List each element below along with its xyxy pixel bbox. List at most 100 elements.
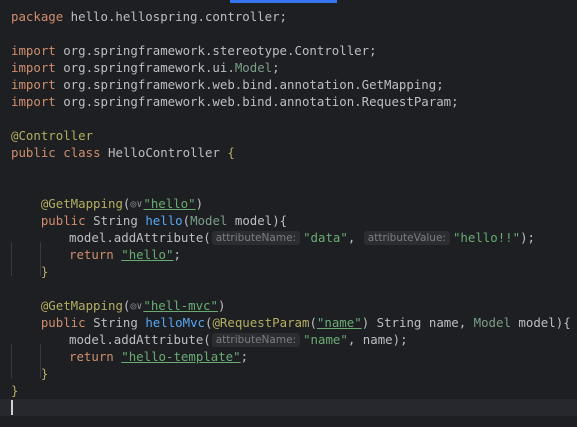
code-line-add-attribute: model.addAttribute(attributeName: "data",… <box>11 229 577 259</box>
close-brace: } <box>40 366 49 381</box>
package-name: hello.hellospring.controller; <box>63 9 288 24</box>
open-brace: { <box>227 145 235 160</box>
import-class: GetMapping <box>361 77 437 92</box>
code-line-close-method: } <box>11 263 577 280</box>
string-arg: "hello!!" <box>452 230 521 245</box>
public-keyword: public <box>40 315 86 330</box>
param-hint: attributeName: <box>211 333 301 347</box>
import-path: org.springframework.stereotype. <box>55 43 295 58</box>
import-class: RequestParam <box>361 94 452 109</box>
add-attribute-call: .addAttribute( <box>106 332 211 347</box>
import-class: Model <box>234 60 273 75</box>
return-type: String <box>93 213 138 228</box>
code-line-current[interactable] <box>0 399 577 416</box>
string-arg: "name" <box>303 332 348 347</box>
param-name: model <box>234 213 273 228</box>
route-string: "hell-mvc" <box>143 298 218 313</box>
import-keyword: import <box>11 77 56 92</box>
semicolon: ; <box>436 77 444 92</box>
text-caret <box>11 400 13 415</box>
param-name: name <box>428 315 459 330</box>
code-line-controller-annotation: @Controller <box>11 127 577 144</box>
code-line-hello-signature: public String hello(Model model){ <box>11 212 577 229</box>
close-brace: } <box>11 383 19 398</box>
code-line-class-declaration: public class HelloController { <box>11 144 577 161</box>
return-string: "hello" <box>121 247 174 262</box>
code-line-return-template: return "hello-template"; <box>11 348 577 378</box>
code-line-close-method: } <box>11 365 577 382</box>
return-string: "hello-template" <box>121 349 241 364</box>
return-keyword: return <box>69 349 114 364</box>
paren: ) <box>361 315 370 330</box>
param-hint: attributeValue: <box>363 231 450 245</box>
getmapping-annotation: @GetMapping <box>40 298 123 313</box>
paren: ) <box>217 298 226 313</box>
param-hint: attributeName: <box>211 231 301 245</box>
code-line-import-getmapping: import org.springframework.web.bind.anno… <box>11 76 577 93</box>
comma: , <box>347 230 356 245</box>
method-name: helloMvc <box>145 315 205 330</box>
add-attribute-call: .addAttribute( <box>106 230 211 245</box>
requestparam-annotation: @RequestParam <box>212 315 310 330</box>
request-param-name: "name" <box>316 315 362 330</box>
semicolon: ; <box>272 60 280 75</box>
string-arg: "data" <box>303 230 348 245</box>
semicolon: ; <box>173 247 181 262</box>
code-line-getmapping-hello: @GetMapping(◎∨"hello") <box>11 195 577 212</box>
public-keyword: public <box>40 213 86 228</box>
signature-end: ){ <box>555 315 571 330</box>
method-name: hello <box>145 213 183 228</box>
import-path: org.springframework.web.bind.annotation. <box>55 77 362 92</box>
paren: ( <box>122 196 131 211</box>
code-line-hello-mvc-signature: public String helloMvc(@RequestParam("na… <box>11 314 577 331</box>
param-type: String <box>376 315 422 330</box>
globe-icon[interactable]: ◎∨ <box>130 199 143 210</box>
call-end: ); <box>520 230 536 245</box>
paren: ) <box>195 196 204 211</box>
controller-annotation: @Controller <box>11 128 94 143</box>
semicolon: ; <box>240 349 249 364</box>
call-end: ); <box>392 332 408 347</box>
code-editor[interactable]: package hello.hellospring.controller; im… <box>0 8 577 427</box>
model-ref: model <box>69 230 107 245</box>
comma: , <box>458 315 467 330</box>
route-string: "hello" <box>143 196 196 211</box>
paren: ( <box>309 315 317 330</box>
import-path: org.springframework.web.bind.annotation. <box>55 94 362 109</box>
import-keyword: import <box>11 60 56 75</box>
package-keyword: package <box>11 9 64 24</box>
globe-icon[interactable]: ◎∨ <box>130 301 143 312</box>
code-line-import-controller: import org.springframework.stereotype.Co… <box>11 42 577 59</box>
code-line-close-class: } <box>11 382 577 399</box>
paren: ( <box>122 298 131 313</box>
class-name: HelloController <box>108 145 220 160</box>
public-keyword: public <box>11 145 56 160</box>
close-brace: } <box>40 264 49 279</box>
getmapping-annotation: @GetMapping <box>40 196 123 211</box>
comma: , <box>347 332 356 347</box>
code-line-import-model: import org.springframework.ui.Model; <box>11 59 577 76</box>
code-line-return-hello: return "hello"; <box>11 246 577 276</box>
import-keyword: import <box>11 94 56 109</box>
code-line-package: package hello.hellospring.controller; <box>11 8 577 25</box>
model-ref: model <box>69 332 107 347</box>
import-class: Controller <box>294 43 370 58</box>
code-line-import-requestparam: import org.springframework.web.bind.anno… <box>11 93 577 110</box>
code-line-getmapping-hello-mvc: @GetMapping(◎∨"hell-mvc") <box>11 297 577 314</box>
semicolon: ; <box>369 43 377 58</box>
param-type: Model <box>473 315 511 330</box>
signature-end: ){ <box>272 213 288 228</box>
import-keyword: import <box>11 43 56 58</box>
name-ref: name <box>362 332 393 347</box>
param-name: model <box>518 315 556 330</box>
active-tab-indicator <box>230 0 337 3</box>
param-type: Model <box>190 213 228 228</box>
editor-tab-bar <box>0 0 577 4</box>
paren: ( <box>182 213 191 228</box>
semicolon: ; <box>451 94 459 109</box>
